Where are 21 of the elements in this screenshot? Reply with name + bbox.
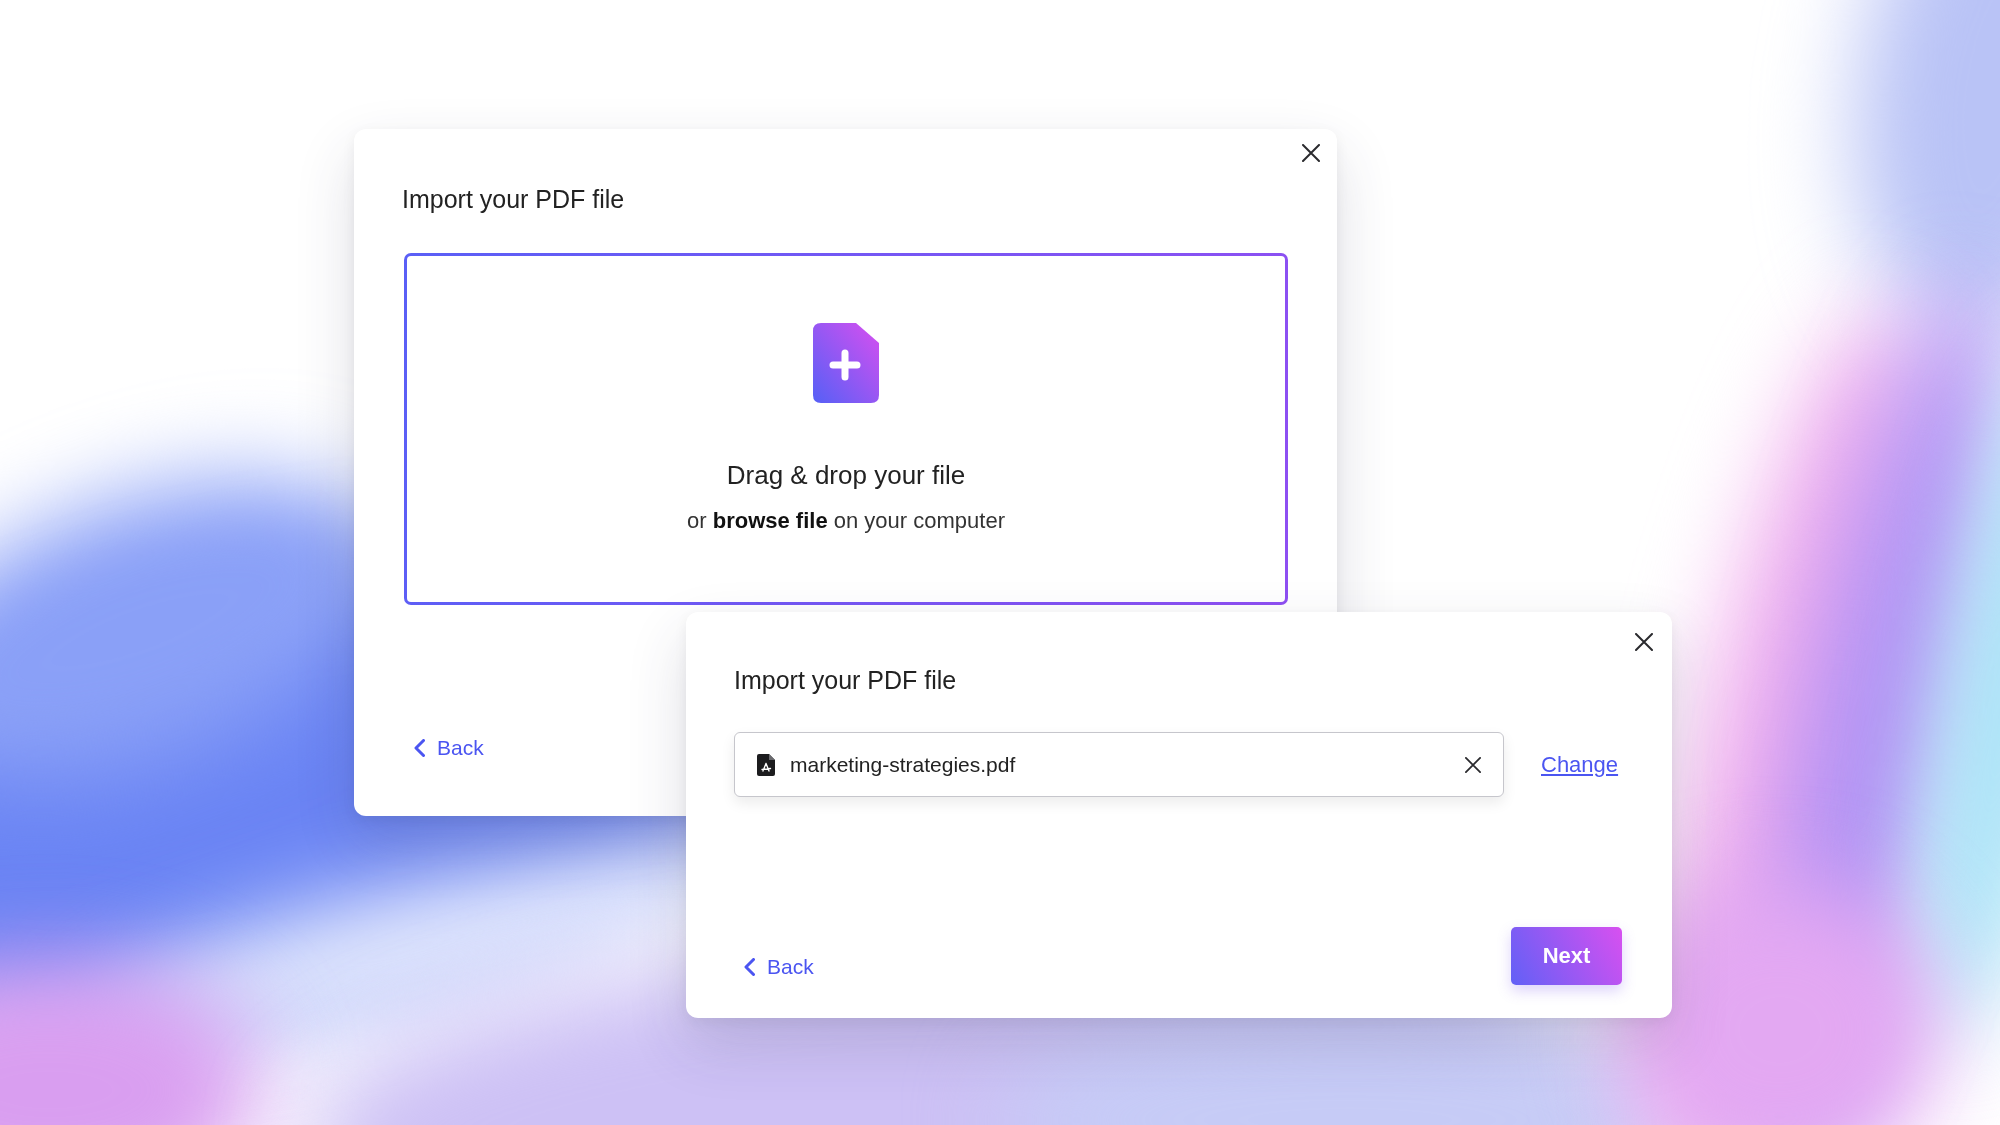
back-button[interactable]: Back (744, 953, 814, 981)
back-button[interactable]: Back (414, 734, 484, 762)
drop-zone[interactable]: Drag & drop your file or browse file on your computer (404, 253, 1288, 605)
drop-zone-heading: Drag & drop your file (726, 459, 966, 492)
file-name: marketing-strategies.pdf (790, 751, 1016, 778)
file-field[interactable]: marketing-strategies.pdf (734, 732, 1504, 797)
chevron-left-icon (414, 739, 425, 757)
dialog-title: Import your PDF file (734, 665, 957, 695)
close-icon (1465, 756, 1481, 773)
close-icon (1635, 633, 1653, 651)
dialog-title: Import your PDF file (402, 184, 625, 214)
close-icon (1302, 144, 1320, 162)
clear-button[interactable] (1465, 756, 1481, 773)
next-button[interactable]: Next (1511, 927, 1622, 985)
close-button[interactable] (1299, 141, 1323, 165)
pdf-file-icon (757, 753, 775, 776)
file-plus-icon (813, 323, 879, 403)
close-button[interactable] (1632, 630, 1656, 654)
drop-zone-hint: or browse file on your computer (687, 507, 1005, 535)
chevron-left-icon (744, 958, 755, 976)
change-link[interactable]: Change (1541, 750, 1619, 779)
